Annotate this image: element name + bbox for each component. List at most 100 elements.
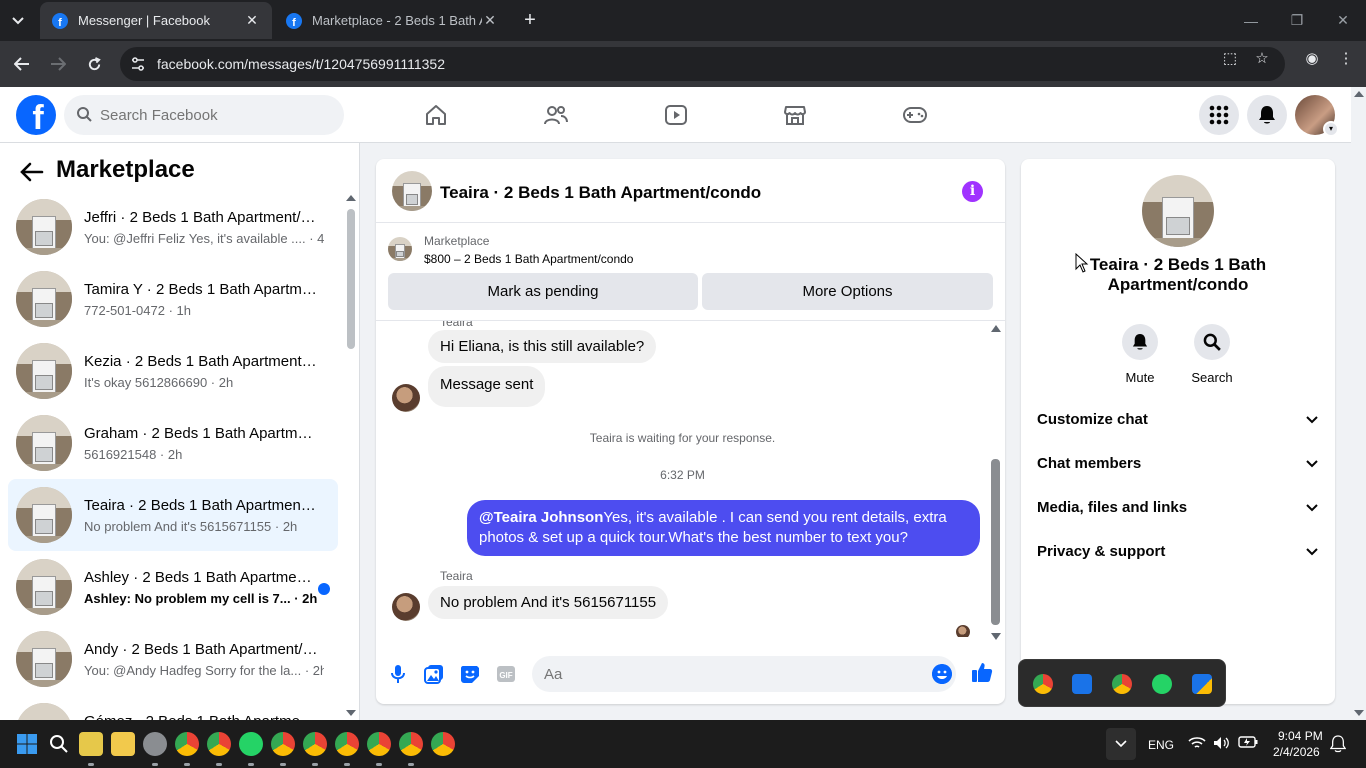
sender-avatar[interactable] <box>392 384 420 412</box>
show-hidden-icons-button[interactable] <box>1106 728 1136 760</box>
conversation-row[interactable]: Teaira · 2 Beds 1 Bath Apartment/condo No… <box>8 479 338 551</box>
conversation-row[interactable]: Jeffri · 2 Beds 1 Bath Apartment/condo Yo… <box>8 191 338 263</box>
forward-button[interactable] <box>43 49 73 79</box>
back-arrow-icon[interactable] <box>18 160 46 184</box>
install-app-icon[interactable]: ⬚ <box>1220 49 1240 69</box>
site-info-icon[interactable] <box>130 56 146 72</box>
new-tab-button[interactable]: + <box>518 8 542 32</box>
listing-price-title[interactable]: $800 – 2 Beds 1 Bath Apartment/condo <box>424 252 633 266</box>
customize-chat-section[interactable]: Customize chat <box>1029 399 1327 443</box>
conversation-row[interactable]: Andy · 2 Beds 1 Bath Apartment/condo You:… <box>8 623 338 695</box>
clock-date[interactable]: 2/4/2026 <box>1273 745 1320 759</box>
chrome-taskbar-icon[interactable] <box>335 732 359 756</box>
close-tab-icon[interactable]: ✕ <box>482 12 498 29</box>
media-files-links-section[interactable]: Media, files and links <box>1029 487 1327 531</box>
security-tray-icon[interactable] <box>1192 674 1212 694</box>
profile-icon[interactable]: ◉ <box>1302 49 1322 69</box>
scrollbar-thumb[interactable] <box>347 209 355 349</box>
mention[interactable]: @Teaira Johnson <box>479 509 603 526</box>
search-icon[interactable] <box>47 732 71 756</box>
language-indicator[interactable]: ENG <box>1148 738 1174 752</box>
incoming-message[interactable]: Hi Eliana, is this still available? <box>428 330 657 363</box>
listing-thumbnail-small[interactable] <box>388 237 412 261</box>
info-icon[interactable]: i <box>962 181 983 202</box>
conversation-row[interactable]: Gómez · 2 Beds 1 Bath Apartment/condo <box>8 695 338 720</box>
facebook-logo-icon[interactable]: f <box>16 95 56 135</box>
minimize-button[interactable]: — <box>1228 0 1274 41</box>
mute-button[interactable]: Mute <box>1110 324 1170 385</box>
facebook-search[interactable] <box>64 95 344 135</box>
chrome-taskbar-icon[interactable] <box>367 732 391 756</box>
whatsapp-taskbar-icon[interactable] <box>239 732 263 756</box>
voice-clip-button[interactable] <box>386 662 410 686</box>
search-input[interactable] <box>100 95 336 135</box>
conversation-row[interactable]: Ashley · 2 Beds 1 Bath Apartment/condo As… <box>8 551 338 623</box>
friends-nav-button[interactable] <box>536 97 576 133</box>
attach-photo-button[interactable] <box>422 662 446 686</box>
back-button[interactable] <box>7 49 37 79</box>
chrome-tray-icon[interactable] <box>1112 674 1132 694</box>
chat-title[interactable]: Teaira · 2 Beds 1 Bath Apartment/condo <box>440 183 761 203</box>
scroll-down-arrow-icon[interactable] <box>1354 710 1364 716</box>
privacy-support-section[interactable]: Privacy & support <box>1029 531 1327 575</box>
battery-icon[interactable] <box>1238 736 1258 748</box>
chrome-taskbar-icon[interactable] <box>303 732 327 756</box>
scroll-up-arrow-icon[interactable] <box>991 325 1001 332</box>
tab-search-button[interactable] <box>4 8 32 34</box>
app-tray-icon[interactable] <box>1072 674 1092 694</box>
chat-members-section[interactable]: Chat members <box>1029 443 1327 487</box>
video-nav-button[interactable] <box>656 97 696 133</box>
notepad-taskbar-icon[interactable] <box>79 732 103 756</box>
sticker-button[interactable] <box>458 662 482 686</box>
address-bar[interactable]: facebook.com/messages/t/1204756991111352 <box>120 47 1285 81</box>
incoming-message[interactable]: No problem And it's 5615671155 <box>428 586 669 619</box>
gaming-nav-button[interactable] <box>895 97 935 133</box>
notifications-button[interactable] <box>1247 95 1287 135</box>
close-tab-icon[interactable]: ✕ <box>244 12 260 29</box>
page-scrollbar[interactable] <box>1351 87 1366 720</box>
marketplace-nav-button[interactable] <box>775 97 815 133</box>
gif-button[interactable]: GIF <box>494 662 518 686</box>
emoji-icon[interactable] <box>932 664 952 684</box>
account-avatar[interactable]: ▾ <box>1295 95 1339 137</box>
mark-as-pending-button[interactable]: Mark as pending <box>388 273 698 310</box>
chrome-taskbar-icon[interactable] <box>207 732 231 756</box>
conversation-row[interactable]: Graham · 2 Beds 1 Bath Apartment/condo 56… <box>8 407 338 479</box>
incoming-message[interactable]: Message sent <box>428 366 546 407</box>
wifi-icon[interactable] <box>1188 736 1206 750</box>
sender-avatar[interactable] <box>392 593 420 621</box>
scroll-up-arrow-icon[interactable] <box>346 195 356 201</box>
file-explorer-icon[interactable] <box>111 732 135 756</box>
search-conversation-button[interactable]: Search <box>1182 324 1242 385</box>
tab-messenger[interactable]: f Messenger | Facebook ✕ <box>40 2 272 39</box>
chrome-taskbar-icon[interactable] <box>431 732 455 756</box>
conversation-row[interactable]: Kezia · 2 Beds 1 Bath Apartment/condo It'… <box>8 335 338 407</box>
settings-gear-icon[interactable] <box>143 732 167 756</box>
notification-bell-icon[interactable] <box>1330 735 1346 753</box>
whatsapp-tray-icon[interactable] <box>1152 674 1172 694</box>
menu-dots-icon[interactable]: ⋮ <box>1336 49 1356 69</box>
conversation-list-scrollbar[interactable] <box>344 195 358 720</box>
like-button[interactable] <box>970 660 994 684</box>
tab-marketplace[interactable]: f Marketplace - 2 Beds 1 Bath Ap ✕ <box>274 2 510 39</box>
restore-button[interactable]: ❐ <box>1274 0 1320 41</box>
scrollbar-thumb[interactable] <box>991 459 1000 625</box>
listing-thumbnail[interactable] <box>392 171 432 211</box>
chrome-taskbar-icon[interactable] <box>175 732 199 756</box>
chrome-taskbar-icon[interactable] <box>399 732 423 756</box>
message-input[interactable] <box>544 656 914 692</box>
bookmark-star-icon[interactable]: ☆ <box>1252 49 1272 69</box>
chrome-tray-icon[interactable] <box>1033 674 1053 694</box>
chat-scrollbar[interactable] <box>989 321 1003 644</box>
message-input-box[interactable] <box>532 656 956 692</box>
home-nav-button[interactable] <box>416 97 456 133</box>
scroll-up-arrow-icon[interactable] <box>1354 91 1364 97</box>
more-options-button[interactable]: More Options <box>702 273 993 310</box>
menu-button[interactable] <box>1199 95 1239 135</box>
windows-start-icon[interactable] <box>15 732 39 756</box>
reload-button[interactable] <box>79 49 109 79</box>
chrome-taskbar-icon[interactable] <box>271 732 295 756</box>
outgoing-message[interactable]: @Teaira JohnsonYes, it's available . I c… <box>467 500 980 556</box>
volume-icon[interactable] <box>1213 736 1229 750</box>
listing-thumbnail-large[interactable] <box>1142 175 1214 247</box>
